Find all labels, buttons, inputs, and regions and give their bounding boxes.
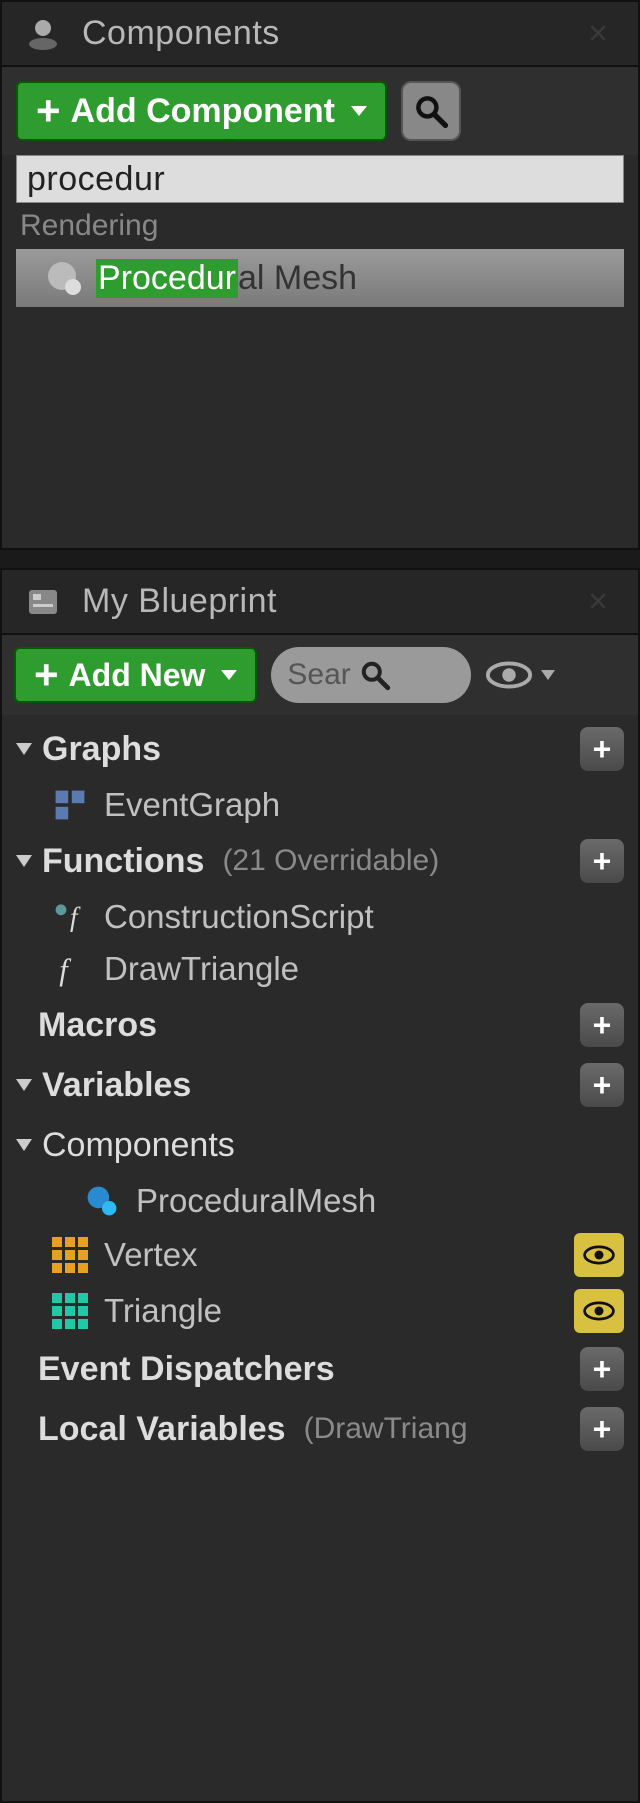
components-panel: Components × + Add Component procedur Re… [0, 0, 640, 550]
search-icon [413, 93, 449, 129]
section-variables[interactable]: Variables + [2, 1055, 638, 1115]
search-placeholder: Sear [287, 658, 350, 692]
search-icon [359, 659, 391, 691]
myblueprint-tree: Graphs + EventGraph Functions [2, 715, 638, 1801]
component-search-value: procedur [27, 160, 165, 199]
myblueprint-toolbar: + Add New Sear [2, 635, 638, 715]
add-variable-button[interactable]: + [580, 1063, 624, 1107]
search-toggle-button[interactable] [401, 81, 461, 141]
myblueprint-tab-title: My Blueprint [82, 582, 277, 621]
svg-text:f: f [70, 902, 81, 932]
section-local-variables[interactable]: Local Variables (DrawTriang + [2, 1399, 638, 1459]
function-icon: f [50, 949, 90, 989]
components-tab-title: Components [82, 14, 280, 53]
tree-item-constructionscript[interactable]: f ConstructionScript [2, 891, 638, 943]
plus-icon: + [36, 90, 61, 132]
visibility-toggle[interactable] [574, 1289, 624, 1333]
tree-item-label: Vertex [104, 1236, 198, 1274]
myblueprint-panel: My Blueprint × + Add New Sear [0, 568, 640, 1803]
tree-item-vertex[interactable]: Vertex [2, 1227, 638, 1283]
function-special-icon: f [50, 897, 90, 937]
graph-icon [50, 785, 90, 825]
close-icon[interactable]: × [588, 14, 608, 53]
section-label: Graphs [42, 730, 161, 769]
tree-item-label: EventGraph [104, 786, 280, 824]
svg-text:f: f [59, 953, 72, 987]
tree-item-label: ConstructionScript [104, 898, 374, 936]
search-result-label: Procedural Mesh [96, 259, 357, 298]
grid-teal-icon [50, 1291, 90, 1331]
myblueprint-tab-header[interactable]: My Blueprint × [2, 570, 638, 635]
section-label: Event Dispatchers [38, 1350, 335, 1389]
tree-item-label: ProceduralMesh [136, 1182, 376, 1220]
add-graph-button[interactable]: + [580, 727, 624, 771]
expand-arrow-icon [16, 855, 32, 867]
search-result-procedural-mesh[interactable]: Procedural Mesh [16, 249, 624, 307]
chevron-down-icon [351, 106, 367, 116]
section-macros[interactable]: Macros + [2, 995, 638, 1055]
add-new-button[interactable]: + Add New [14, 647, 257, 703]
section-sublabel: (21 Overridable) [222, 844, 439, 878]
plus-icon: + [34, 654, 59, 696]
add-new-label: Add New [69, 657, 206, 694]
components-toolbar: + Add Component [2, 67, 638, 155]
add-local-variable-button[interactable]: + [580, 1407, 624, 1451]
search-result-highlight: Procedur [96, 259, 238, 298]
expand-arrow-icon [16, 743, 32, 755]
section-label: Local Variables [38, 1410, 286, 1449]
close-icon[interactable]: × [588, 582, 608, 621]
add-component-button[interactable]: + Add Component [16, 81, 387, 141]
blueprint-tab-icon [22, 581, 64, 623]
section-graphs[interactable]: Graphs + [2, 719, 638, 779]
section-components-sub[interactable]: Components + [2, 1115, 638, 1175]
mesh-icon [46, 260, 82, 296]
expand-arrow-icon [16, 1139, 32, 1151]
section-label: Macros [38, 1006, 157, 1045]
section-sublabel: (DrawTriang [304, 1412, 468, 1446]
add-macro-button[interactable]: + [580, 1003, 624, 1047]
visibility-toggle[interactable] [574, 1233, 624, 1277]
add-dispatcher-button[interactable]: + [580, 1347, 624, 1391]
add-function-button[interactable]: + [580, 839, 624, 883]
tree-item-label: Triangle [104, 1292, 222, 1330]
view-options-button[interactable] [485, 660, 555, 690]
components-tab-icon [22, 13, 64, 55]
tree-item-eventgraph[interactable]: EventGraph [2, 779, 638, 831]
tree-item-triangle[interactable]: Triangle [2, 1283, 638, 1339]
eye-icon [581, 1299, 617, 1323]
section-label: Components [42, 1126, 235, 1165]
components-tab-header[interactable]: Components × [2, 2, 638, 67]
chevron-down-icon [541, 670, 555, 680]
section-label: Variables [42, 1066, 191, 1105]
search-category-rendering: Rendering [2, 203, 638, 249]
tree-item-drawtriangle[interactable]: f DrawTriangle [2, 943, 638, 995]
tree-item-proceduralmesh[interactable]: ProceduralMesh [2, 1175, 638, 1227]
eye-icon [485, 660, 533, 690]
tree-item-label: DrawTriangle [104, 950, 299, 988]
grid-orange-icon [50, 1235, 90, 1275]
expand-arrow-icon [16, 1079, 32, 1091]
section-label: Functions [42, 842, 204, 881]
myblueprint-search-input[interactable]: Sear [271, 647, 471, 703]
section-functions[interactable]: Functions (21 Overridable) + [2, 831, 638, 891]
chevron-down-icon [221, 670, 237, 680]
eye-icon [581, 1243, 617, 1267]
sphere-icon [82, 1181, 122, 1221]
add-component-label: Add Component [71, 92, 335, 131]
component-search-input[interactable]: procedur [16, 155, 624, 203]
search-result-rest: al Mesh [238, 259, 357, 298]
section-dispatchers[interactable]: Event Dispatchers + [2, 1339, 638, 1399]
